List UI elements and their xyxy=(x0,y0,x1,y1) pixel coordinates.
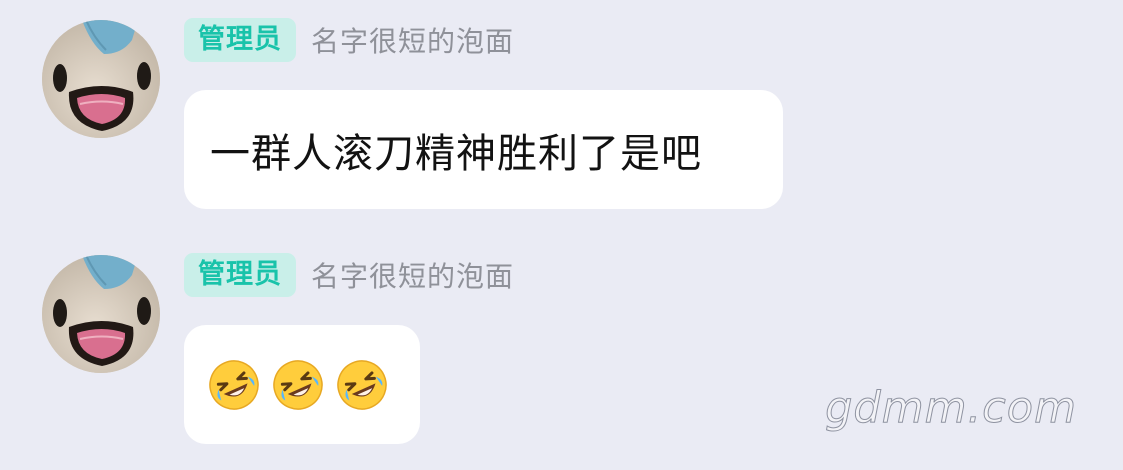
message-meta: 管理员 名字很短的泡面 xyxy=(184,18,514,62)
admin-badge: 管理员 xyxy=(184,253,296,297)
message-meta: 管理员 名字很短的泡面 xyxy=(184,253,514,297)
chat-message: 管理员 名字很短的泡面 一群人滚刀精神胜利了是吧 xyxy=(0,0,1123,235)
emoji-message-bubble[interactable] xyxy=(184,325,420,444)
rolling-on-floor-laughing-emoji-icon xyxy=(209,359,259,410)
site-watermark: gdmm.com xyxy=(825,383,1077,434)
user-avatar[interactable] xyxy=(42,255,160,373)
rolling-on-floor-laughing-emoji-icon xyxy=(337,359,387,410)
sender-name[interactable]: 名字很短的泡面 xyxy=(311,20,514,60)
admin-badge: 管理员 xyxy=(184,18,296,62)
chat-message: 管理员 名字很短的泡面 xyxy=(0,235,1123,470)
sender-name[interactable]: 名字很短的泡面 xyxy=(311,255,514,295)
smiling-face-avatar-icon xyxy=(42,20,160,138)
user-avatar[interactable] xyxy=(42,20,160,138)
message-bubble[interactable]: 一群人滚刀精神胜利了是吧 xyxy=(184,90,783,209)
smiling-face-avatar-icon xyxy=(42,255,160,373)
rolling-on-floor-laughing-emoji-icon xyxy=(273,359,323,410)
message-text: 一群人滚刀精神胜利了是吧 xyxy=(210,130,702,177)
